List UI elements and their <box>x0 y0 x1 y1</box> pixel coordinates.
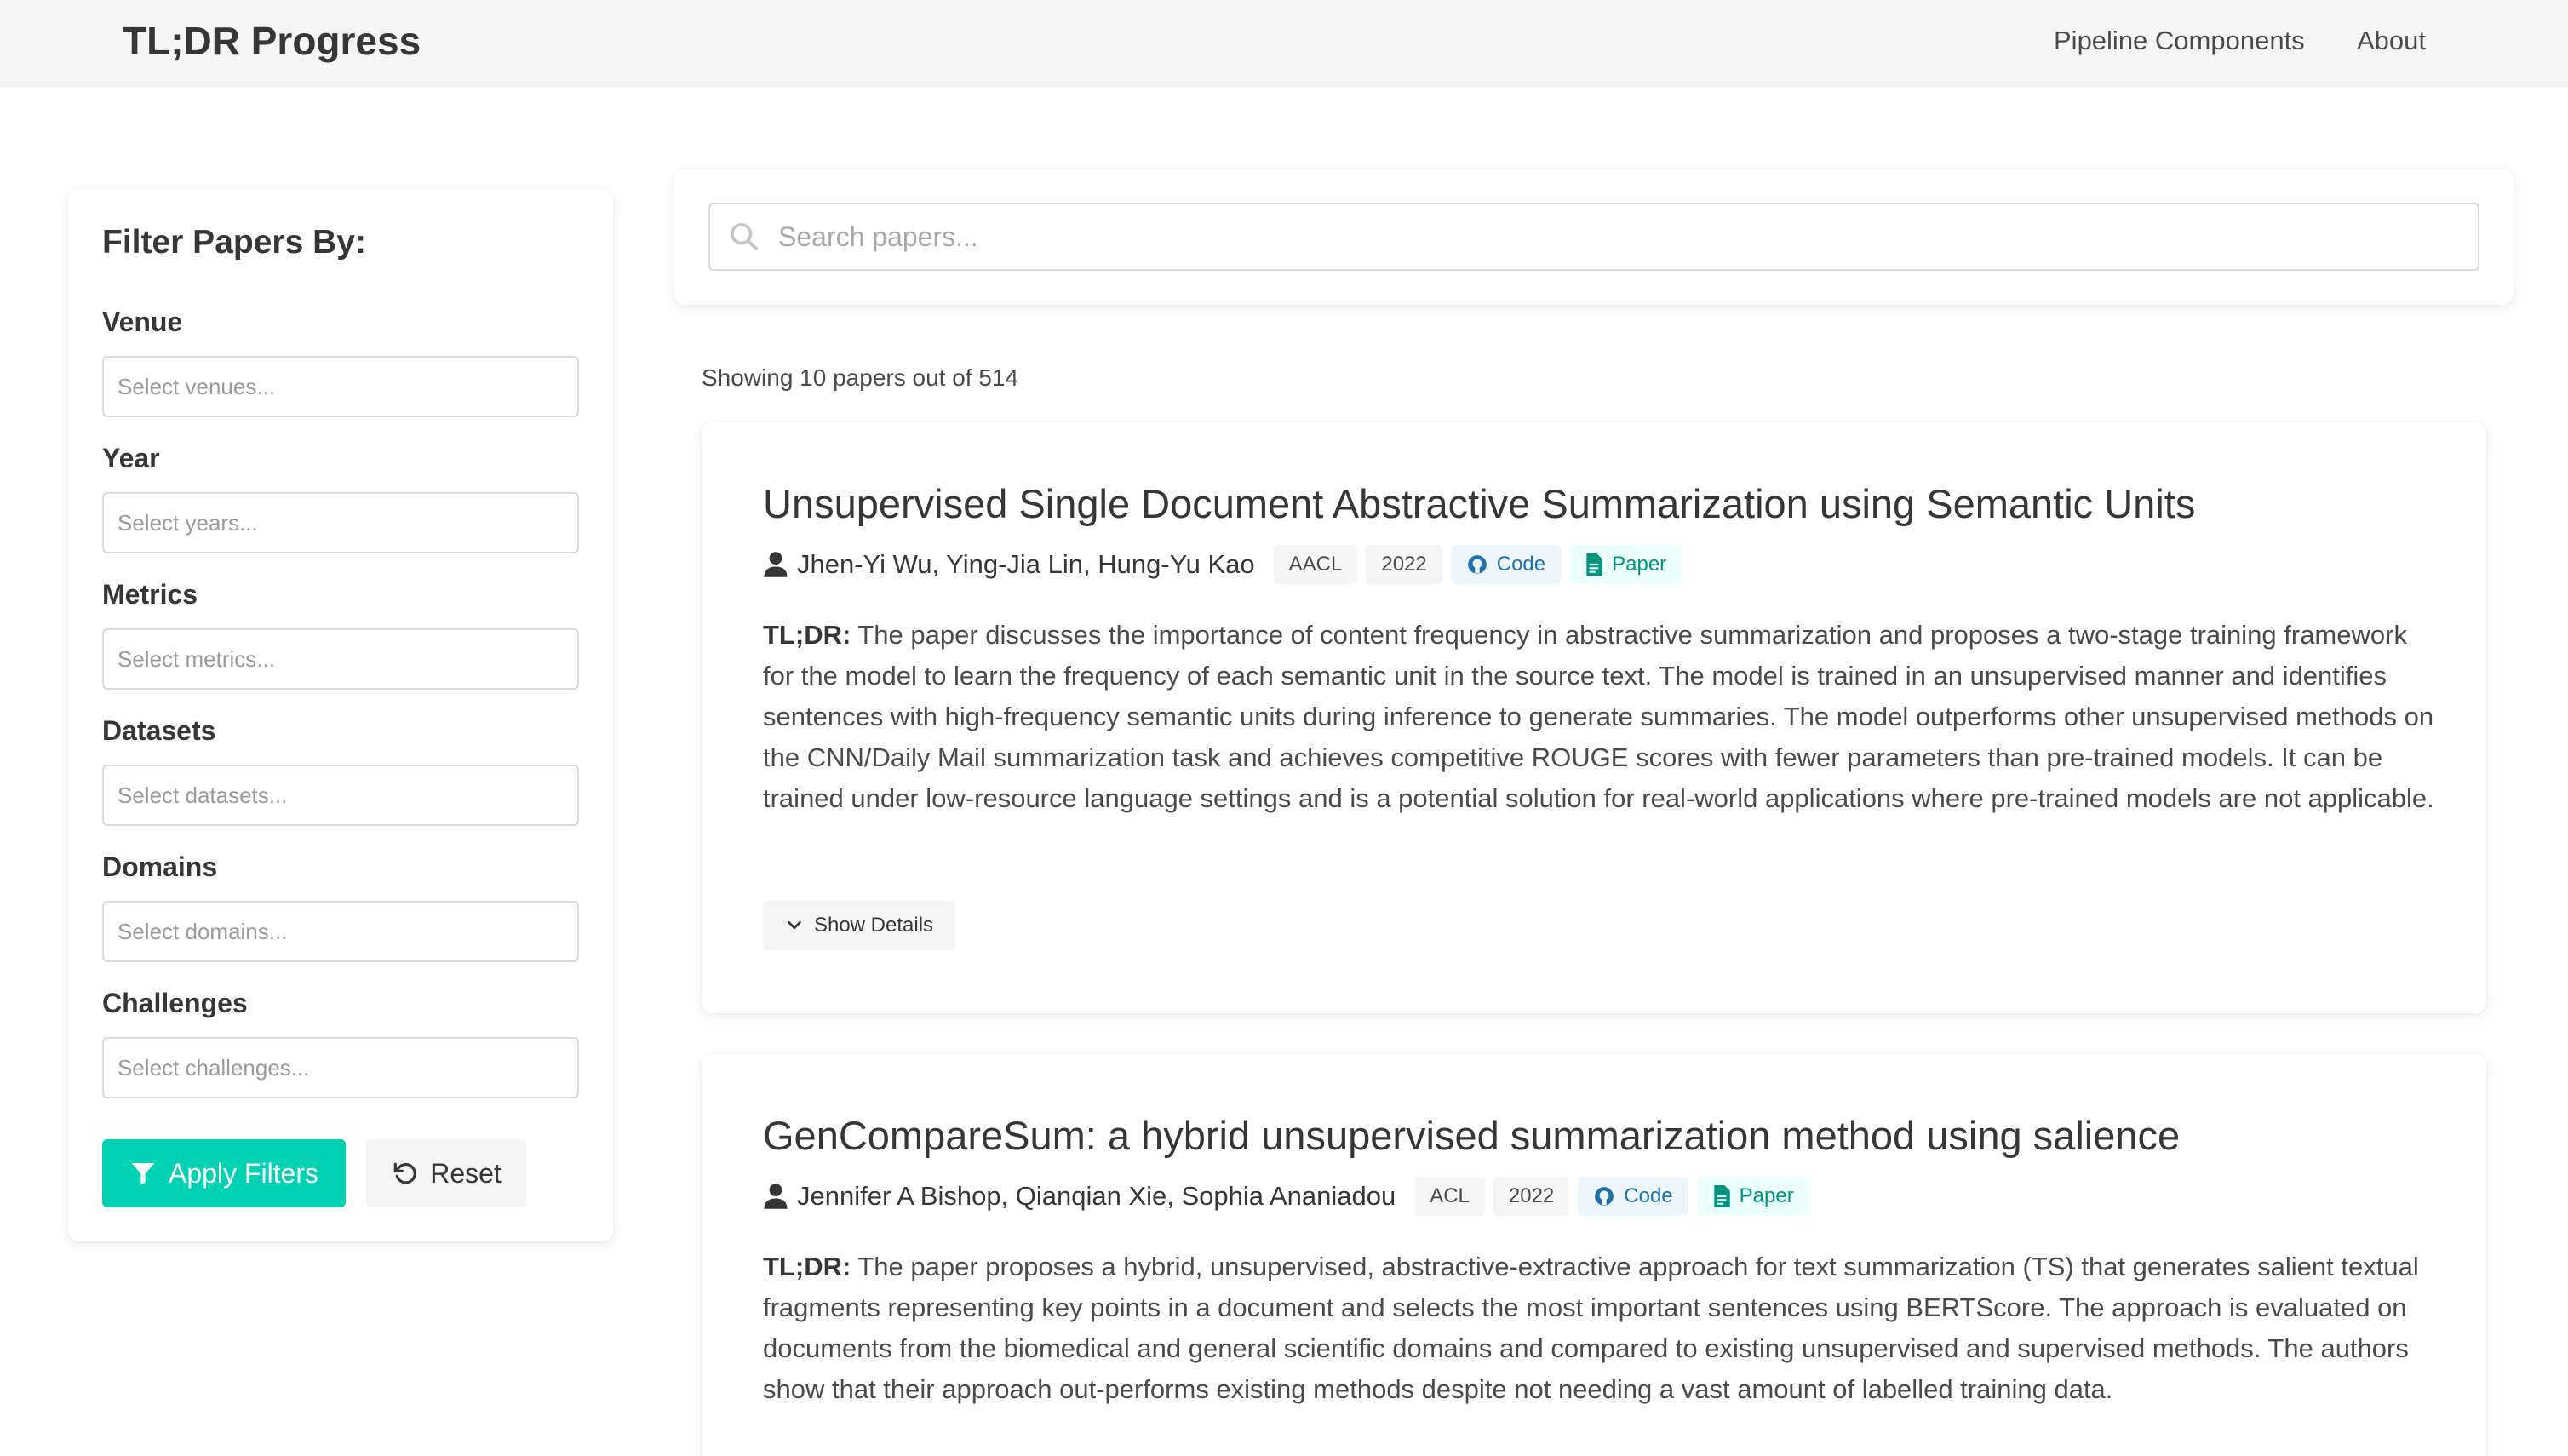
domains-label: Domains <box>102 851 218 882</box>
year-select[interactable] <box>102 492 579 553</box>
authors-text: Jhen-Yi Wu, Ying-Jia Lin, Hung-Yu Kao <box>797 549 1255 579</box>
filter-icon <box>131 1163 155 1185</box>
year-label: Year <box>102 443 160 473</box>
domains-select[interactable] <box>102 901 579 962</box>
paper-title[interactable]: GenCompareSum: a hybrid unsupervised sum… <box>763 1110 2180 1161</box>
paper-tldr: TL;DR: The paper proposes a hybrid, unsu… <box>763 1247 2440 1410</box>
paper-meta: Jhen-Yi Wu, Ying-Jia Lin, Hung-Yu Kao AA… <box>763 543 1682 586</box>
reset-label: Reset <box>430 1157 502 1189</box>
filter-panel-title: Filter Papers By: <box>102 224 366 261</box>
filter-panel: Filter Papers By: Venue Year Metrics Dat… <box>68 189 613 1241</box>
paper-link[interactable]: Paper <box>1569 545 1682 584</box>
paper-link[interactable]: Paper <box>1696 1177 1809 1216</box>
paper-link-label: Paper <box>1739 1184 1794 1207</box>
metrics-label: Metrics <box>102 579 198 610</box>
tldr-text: The paper discusses the importance of co… <box>763 620 2434 813</box>
results-count: Showing 10 papers out of 514 <box>702 364 1019 391</box>
venue-tag: ACL <box>1414 1177 1485 1216</box>
paper-authors: Jennifer A Bishop, Qianqian Xie, Sophia … <box>763 1181 1396 1212</box>
challenges-select[interactable] <box>102 1037 579 1098</box>
venue-tag: AACL <box>1273 545 1358 584</box>
paper-authors: Jhen-Yi Wu, Ying-Jia Lin, Hung-Yu Kao <box>763 549 1255 580</box>
code-link[interactable]: Code <box>1578 1177 1688 1216</box>
chevron-down-icon <box>788 920 801 930</box>
search-panel <box>674 169 2514 305</box>
venue-label: Venue <box>102 307 183 337</box>
nav-link-about[interactable]: About <box>2357 24 2426 58</box>
apply-filters-button[interactable]: Apply Filters <box>102 1139 346 1207</box>
apply-filters-label: Apply Filters <box>168 1157 319 1189</box>
brand-title[interactable]: TL;DR Progress <box>123 17 421 65</box>
paper-title[interactable]: Unsupervised Single Document Abstractive… <box>763 479 2195 530</box>
show-details-label: Show Details <box>813 914 934 937</box>
code-link-label: Code <box>1496 553 1546 576</box>
paper-meta: Jennifer A Bishop, Qianqian Xie, Sophia … <box>763 1175 1809 1218</box>
authors-text: Jennifer A Bishop, Qianqian Xie, Sophia … <box>797 1181 1396 1211</box>
show-details-button[interactable]: Show Details <box>763 901 955 950</box>
year-tag: 2022 <box>1493 1177 1570 1216</box>
tldr-text: The paper proposes a hybrid, unsupervise… <box>763 1252 2419 1404</box>
datasets-select[interactable] <box>102 765 579 826</box>
reset-button[interactable]: Reset <box>366 1139 526 1207</box>
file-icon <box>1713 1185 1730 1207</box>
paper-link-label: Paper <box>1612 553 1667 576</box>
datasets-label: Datasets <box>102 715 216 746</box>
nav-link-pipeline-components[interactable]: Pipeline Components <box>2054 24 2305 58</box>
user-icon <box>764 552 788 577</box>
search-icon <box>731 223 759 251</box>
tldr-label: TL;DR: <box>763 620 851 650</box>
code-link-label: Code <box>1624 1184 1673 1207</box>
navbar: TL;DR Progress Pipeline Components About <box>0 0 2568 87</box>
code-link[interactable]: Code <box>1450 545 1562 584</box>
paper-card: GenCompareSum: a hybrid unsupervised sum… <box>702 1054 2486 1456</box>
paper-tldr: TL;DR: The paper discusses the importanc… <box>763 615 2440 819</box>
file-icon <box>1586 553 1602 576</box>
year-tag: 2022 <box>1366 545 1442 584</box>
undo-icon <box>393 1162 416 1184</box>
challenges-label: Challenges <box>102 988 248 1018</box>
user-icon <box>764 1184 788 1209</box>
metrics-select[interactable] <box>102 628 579 690</box>
github-icon <box>1595 1187 1614 1206</box>
tldr-label: TL;DR: <box>763 1252 851 1281</box>
github-icon <box>1467 555 1487 574</box>
venue-select[interactable] <box>102 356 579 417</box>
paper-card: Unsupervised Single Document Abstractive… <box>702 422 2486 1013</box>
search-input[interactable] <box>708 203 2479 271</box>
